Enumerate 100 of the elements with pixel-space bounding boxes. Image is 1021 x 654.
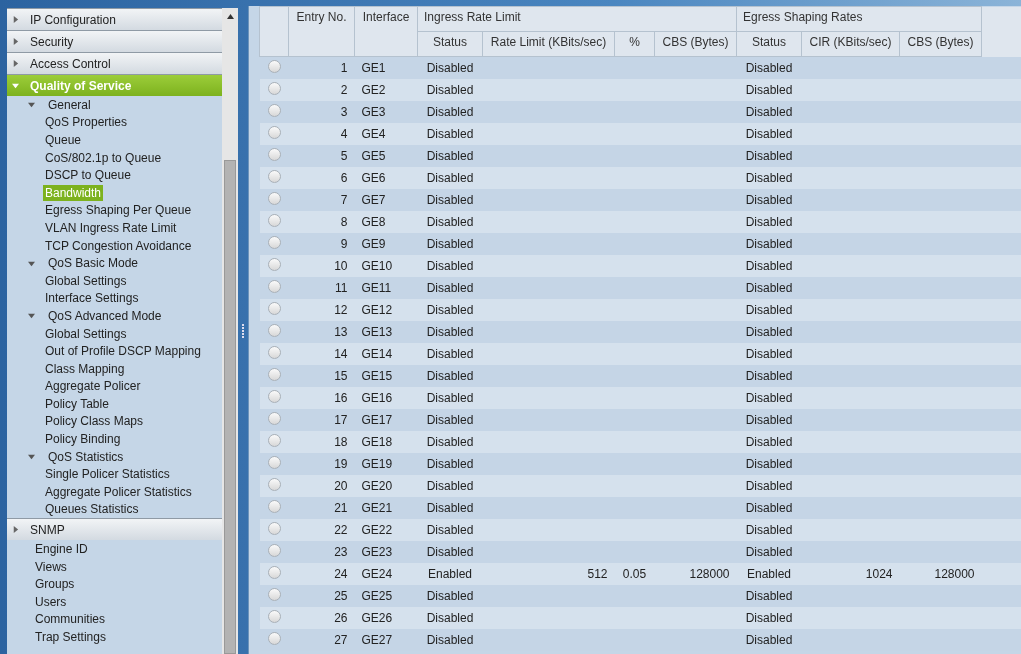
header-cell	[259, 6, 289, 57]
menu-item[interactable]: Class Mapping	[43, 360, 127, 377]
menu-item[interactable]: QoS Properties	[43, 114, 130, 131]
menu-item[interactable]: Groups	[33, 576, 77, 593]
radio-button[interactable]	[267, 632, 281, 645]
menu-item[interactable]: Aggregate Policer Statistics	[43, 483, 194, 500]
table-cell: GE13	[361, 325, 393, 339]
menu-item[interactable]: Interface Settings	[43, 290, 141, 307]
menu-item[interactable]: Communities	[33, 611, 108, 628]
splitter-handle-icon[interactable]	[242, 324, 244, 338]
caret-down-icon[interactable]	[28, 101, 35, 109]
table-cell: GE25	[361, 589, 393, 603]
radio-button[interactable]	[267, 346, 281, 359]
scroll-up-icon[interactable]	[226, 13, 234, 19]
table-cell: Disabled	[745, 171, 793, 185]
radio-button[interactable]	[267, 500, 281, 513]
menu-item[interactable]: Out of Profile DSCP Mapping	[43, 343, 203, 360]
caret-right-icon[interactable]	[12, 60, 19, 67]
scroll-thumb[interactable]	[224, 160, 236, 654]
caret-right-icon[interactable]	[12, 38, 19, 45]
radio-button[interactable]	[267, 192, 281, 205]
menu-item[interactable]: DSCP to Queue	[43, 167, 133, 184]
table-cell: 128000	[934, 567, 975, 581]
menu-item[interactable]: Single Policer Statistics	[43, 466, 172, 483]
menu-item[interactable]: Global Settings	[43, 272, 129, 289]
menu-item[interactable]: Global Settings	[43, 325, 129, 342]
menu-item[interactable]: Users	[33, 593, 69, 610]
caret-down-icon[interactable]	[12, 82, 19, 89]
caret-down-icon[interactable]	[28, 453, 35, 461]
radio-button[interactable]	[267, 170, 281, 183]
menu-section[interactable]: IP Configuration	[7, 8, 222, 30]
table-cell: Disabled	[745, 325, 793, 339]
caret-right-icon[interactable]	[12, 16, 19, 23]
table-cell: Disabled	[745, 479, 793, 493]
radio-button[interactable]	[267, 60, 281, 73]
radio-button[interactable]	[267, 148, 281, 161]
table-cell: GE16	[361, 391, 393, 405]
table-cell: GE3	[361, 105, 386, 119]
menu-section[interactable]: SNMP	[7, 518, 222, 541]
radio-button[interactable]	[267, 544, 281, 557]
menu-item[interactable]: Egress Shaping Per Queue	[43, 202, 194, 219]
radio-button[interactable]	[267, 434, 281, 447]
table-cell: Disabled	[745, 413, 793, 427]
table-cell: Disabled	[745, 589, 793, 603]
radio-button[interactable]	[267, 412, 281, 425]
radio-button[interactable]	[267, 610, 281, 623]
table-cell: 23	[334, 545, 348, 559]
tree-group[interactable]: QoS Statistics	[46, 448, 126, 465]
table-cell: Disabled	[426, 171, 474, 185]
menu-item[interactable]: Trap Settings	[33, 629, 108, 645]
menu-section[interactable]: Security	[7, 30, 222, 52]
table-cell: 3	[340, 105, 348, 119]
menu-item[interactable]: Policy Class Maps	[43, 413, 146, 430]
radio-button[interactable]	[267, 258, 281, 271]
caret-down-icon[interactable]	[28, 259, 35, 267]
table-cell: 17	[334, 413, 348, 427]
table-cell: GE14	[361, 347, 393, 361]
table-cell: Disabled	[426, 61, 474, 75]
radio-button[interactable]	[267, 236, 281, 249]
table-cell: 0.05	[622, 567, 647, 581]
scrollbar[interactable]	[222, 8, 238, 654]
radio-button[interactable]	[267, 214, 281, 227]
radio-button[interactable]	[267, 478, 281, 491]
menu-item[interactable]: TCP Congestion Avoidance	[43, 237, 194, 254]
radio-button[interactable]	[267, 82, 281, 95]
radio-button[interactable]	[267, 302, 281, 315]
table-cell: Disabled	[426, 479, 474, 493]
radio-button[interactable]	[267, 456, 281, 469]
radio-button[interactable]	[267, 280, 281, 293]
menu-item[interactable]: Policy Binding	[43, 431, 123, 448]
radio-button[interactable]	[267, 566, 281, 579]
table-cell: Enabled	[427, 567, 472, 581]
menu-item[interactable]: Queue	[43, 132, 84, 148]
radio-button[interactable]	[267, 522, 281, 535]
radio-button[interactable]	[267, 126, 281, 139]
table-cell: GE18	[361, 435, 393, 449]
radio-button[interactable]	[267, 368, 281, 381]
table-cell: Disabled	[426, 281, 474, 295]
radio-button[interactable]	[267, 104, 281, 117]
tree-group[interactable]: QoS Advanced Mode	[46, 307, 164, 324]
menu-item[interactable]: Aggregate Policer	[43, 378, 143, 395]
menu-item[interactable]: CoS/802.1p to Queue	[43, 149, 164, 166]
table-cell: Disabled	[426, 589, 474, 603]
tree-group[interactable]: QoS Basic Mode	[46, 255, 141, 272]
table-cell: Disabled	[745, 347, 793, 361]
table-cell: GE15	[361, 369, 393, 383]
menu-section[interactable]: Access Control	[7, 52, 222, 74]
menu-item[interactable]: Queues Statistics	[43, 501, 141, 518]
caret-right-icon[interactable]	[12, 526, 19, 534]
menu-item[interactable]: VLAN Ingress Rate Limit	[43, 219, 179, 236]
radio-button[interactable]	[267, 390, 281, 403]
radio-button[interactable]	[267, 588, 281, 601]
caret-down-icon[interactable]	[28, 312, 35, 320]
tree-group[interactable]: General	[46, 96, 93, 113]
table-cell: Disabled	[426, 391, 474, 405]
menu-item[interactable]: Views	[33, 558, 69, 575]
radio-button[interactable]	[267, 324, 281, 337]
table-cell: 8	[340, 215, 348, 229]
menu-item[interactable]: Policy Table	[43, 395, 111, 412]
menu-item[interactable]: Engine ID	[33, 541, 90, 558]
